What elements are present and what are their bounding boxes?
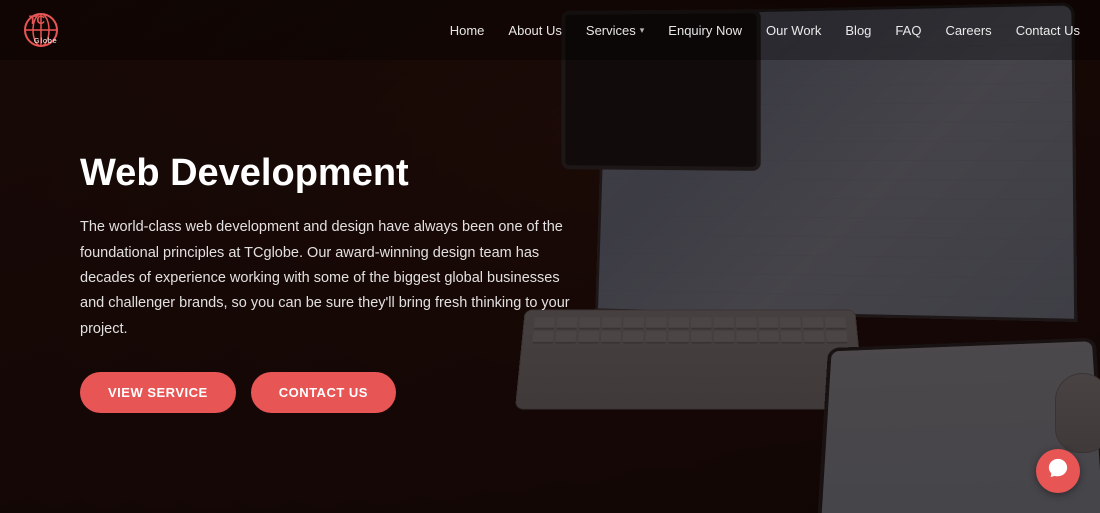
hero-description: The world-class web development and desi… <box>80 215 580 342</box>
hero-content: Web Development The world-class web deve… <box>80 153 580 413</box>
nav-link-services[interactable]: Services ▾ <box>586 23 644 38</box>
nav-link-faq[interactable]: FAQ <box>895 23 921 38</box>
svg-text:TC: TC <box>29 13 45 27</box>
view-service-button[interactable]: VIEW SERVICE <box>80 372 236 413</box>
nav-link-ourwork[interactable]: Our Work <box>766 23 821 38</box>
nav-links: Home About Us Services ▾ Enquiry Now Our… <box>450 23 1080 38</box>
nav-link-about[interactable]: About Us <box>508 23 561 38</box>
hero-section: TC Globe Home About Us Services ▾ Enquir… <box>0 0 1100 513</box>
nav-link-contact[interactable]: Contact Us <box>1016 23 1080 38</box>
chat-icon <box>1047 457 1069 485</box>
services-chevron-icon: ▾ <box>640 25 645 36</box>
chat-bubble-button[interactable] <box>1036 449 1080 493</box>
services-label: Services <box>586 23 636 38</box>
logo[interactable]: TC Globe <box>20 9 62 51</box>
hero-title: Web Development <box>80 153 580 195</box>
nav-link-blog[interactable]: Blog <box>845 23 871 38</box>
logo-globe-svg: TC Globe <box>20 9 62 51</box>
nav-link-careers[interactable]: Careers <box>945 23 991 38</box>
navbar: TC Globe Home About Us Services ▾ Enquir… <box>0 0 1100 60</box>
svg-text:Globe: Globe <box>34 38 58 45</box>
contact-us-button[interactable]: CONTACT US <box>251 372 396 413</box>
hero-buttons: VIEW SERVICE CONTACT US <box>80 372 580 413</box>
nav-link-enquiry[interactable]: Enquiry Now <box>668 23 742 38</box>
nav-link-home[interactable]: Home <box>450 23 485 38</box>
